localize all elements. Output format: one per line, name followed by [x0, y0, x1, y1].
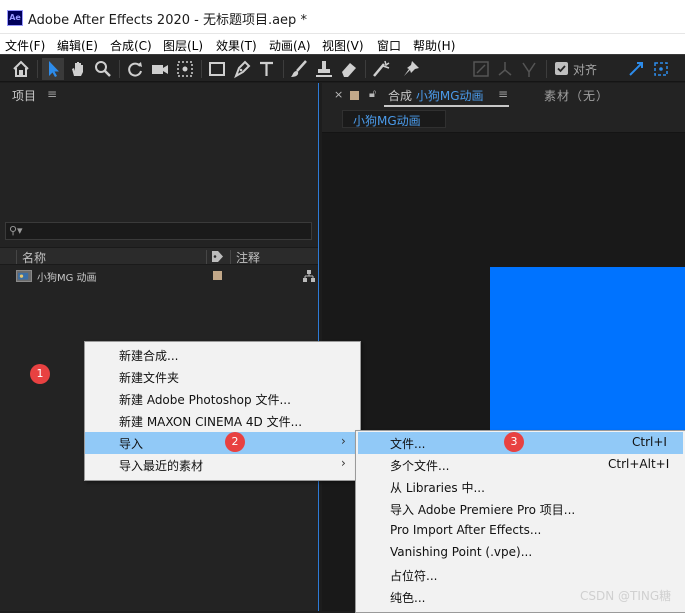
menu-item-new-folder[interactable]: 新建文件夹 — [85, 366, 358, 388]
project-item-name: 小狗MG 动画 — [37, 273, 97, 284]
view-axis-icon[interactable] — [518, 58, 540, 80]
project-item-row[interactable]: 小狗MG 动画 — [0, 267, 318, 285]
menu-window[interactable]: 窗口 — [377, 37, 401, 54]
pan-behind-tool-icon[interactable] — [174, 58, 196, 80]
snap-target-icon[interactable] — [650, 58, 672, 80]
menu-item-import[interactable]: 导入 › — [85, 432, 358, 454]
search-icon: ⚲▾ — [9, 224, 23, 237]
puppet-pin-tool-icon[interactable] — [400, 58, 422, 80]
zoom-tool-icon[interactable] — [92, 58, 114, 80]
snap-checkbox[interactable] — [555, 62, 568, 75]
project-search-input[interactable]: ⚲▾ — [5, 222, 312, 240]
window-title: Adobe After Effects 2020 - 无标题项目.aep * — [28, 13, 307, 28]
home-icon[interactable] — [10, 58, 32, 80]
camera-tool-icon[interactable] — [149, 58, 171, 80]
submenu-item-pro-import-ae[interactable]: Pro Import After Effects... — [356, 520, 684, 542]
local-axis-icon[interactable] — [470, 58, 492, 80]
snap-edge-icon[interactable] — [625, 58, 647, 80]
menu-edit[interactable]: 编辑(E) — [57, 37, 98, 54]
label-color-swatch[interactable] — [213, 271, 222, 280]
label-column-icon[interactable] — [211, 250, 224, 263]
column-comment[interactable]: 注释 — [236, 249, 260, 266]
menu-animation[interactable]: 动画(A) — [269, 37, 311, 54]
panel-menu-icon[interactable]: ≡ — [47, 87, 57, 101]
submenu-arrow-icon: › — [341, 456, 346, 470]
hand-tool-icon[interactable] — [67, 58, 89, 80]
column-name[interactable]: 名称 — [22, 249, 46, 266]
submenu-arrow-icon: › — [341, 434, 346, 448]
world-axis-icon[interactable] — [494, 58, 516, 80]
menu-view[interactable]: 视图(V) — [322, 37, 364, 54]
breadcrumb-bar: 小狗MG动画 — [322, 107, 685, 133]
roto-brush-tool-icon[interactable] — [370, 58, 392, 80]
step-badge-1: 1 — [30, 364, 50, 384]
submenu-item-vanishing-point[interactable]: Vanishing Point (.vpe)... — [356, 542, 684, 564]
lock-icon[interactable]: 🔓︎ — [369, 87, 376, 101]
submenu-item-from-libraries[interactable]: 从 Libraries 中... — [356, 476, 684, 498]
composition-icon — [16, 270, 32, 282]
menu-composition[interactable]: 合成(C) — [110, 37, 152, 54]
submenu-item-multiple-files[interactable]: 多个文件... Ctrl+Alt+I — [356, 454, 684, 476]
composition-label-color — [350, 91, 359, 100]
clone-stamp-tool-icon[interactable] — [313, 58, 335, 80]
breadcrumb[interactable]: 小狗MG动画 — [342, 110, 446, 128]
menu-item-import-recent[interactable]: 导入最近的素材 › — [85, 454, 358, 476]
submenu-item-placeholder[interactable]: 占位符... — [356, 564, 684, 586]
step-badge-3: 3 — [504, 432, 524, 452]
eraser-tool-icon[interactable] — [338, 58, 360, 80]
close-icon[interactable]: × — [334, 88, 343, 101]
menu-help[interactable]: 帮助(H) — [413, 37, 455, 54]
project-tab[interactable]: 项目 — [12, 87, 36, 104]
composition-tab-bar: × 🔓︎ 合成 小狗MG动画 ≡ 素材（无） — [322, 83, 685, 107]
menu-item-new-cinema4d-file[interactable]: 新建 MAXON CINEMA 4D 文件... — [85, 410, 358, 432]
rotate-tool-icon[interactable] — [124, 58, 146, 80]
footage-tab[interactable]: 素材（无） — [544, 87, 609, 104]
menu-item-new-composition[interactable]: 新建合成... — [85, 344, 358, 366]
menu-layer[interactable]: 图层(L) — [163, 37, 203, 54]
menu-file[interactable]: 文件(F) — [5, 37, 45, 54]
after-effects-logo: Ae — [7, 10, 23, 26]
step-badge-2: 2 — [225, 432, 245, 452]
flowchart-icon[interactable] — [303, 270, 315, 282]
watermark: CSDN @TING糖 — [580, 589, 672, 603]
composition-tab-name: 小狗MG动画 — [415, 89, 484, 103]
selection-tool-icon[interactable] — [42, 58, 64, 80]
panel-menu-icon[interactable]: ≡ — [498, 87, 508, 101]
submenu-item-import-premiere-project[interactable]: 导入 Adobe Premiere Pro 项目... — [356, 498, 684, 520]
menu-effect[interactable]: 效果(T) — [216, 37, 257, 54]
text-tool-icon[interactable] — [256, 58, 278, 80]
project-column-header: 名称 注释 — [0, 247, 318, 265]
menu-bar: 文件(F) 编辑(E) 合成(C) 图层(L) 效果(T) 动画(A) 视图(V… — [0, 34, 685, 54]
pen-tool-icon[interactable] — [231, 58, 253, 80]
brush-tool-icon[interactable] — [288, 58, 310, 80]
title-bar: Ae Adobe After Effects 2020 - 无标题项目.aep … — [0, 0, 685, 34]
composition-tab-prefix: 合成 — [388, 89, 413, 103]
toolbar: 对齐 — [0, 54, 685, 82]
composition-tab[interactable]: 合成 小狗MG动画 — [388, 87, 484, 104]
menu-item-new-photoshop-file[interactable]: 新建 Adobe Photoshop 文件... — [85, 388, 358, 410]
rectangle-tool-icon[interactable] — [206, 58, 228, 80]
snap-label: 对齐 — [573, 63, 598, 77]
project-context-menu: 新建合成... 新建文件夹 新建 Adobe Photoshop 文件... 新… — [84, 341, 361, 481]
import-submenu: 文件... Ctrl+I 多个文件... Ctrl+Alt+I 从 Librarie… — [355, 430, 685, 613]
